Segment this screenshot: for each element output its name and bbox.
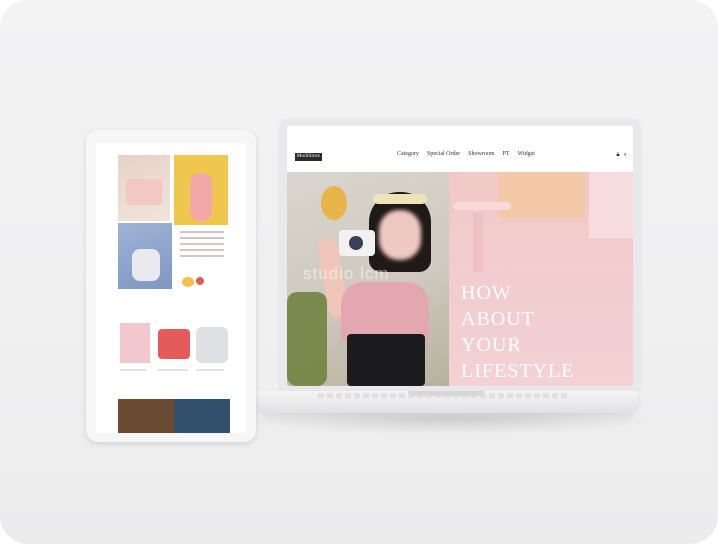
menu-item-pt[interactable]: PT [503, 151, 510, 157]
site-logo[interactable]: ModiStore [295, 153, 322, 161]
search-icon[interactable]: ⌕ [624, 152, 627, 159]
product-tile[interactable] [118, 223, 172, 289]
hero-title-line: HOW [461, 282, 512, 304]
product-description [176, 227, 228, 307]
hero-title-line: ABOUT [461, 308, 535, 330]
hero-title-line: LIFESTYLE [461, 360, 575, 382]
hero-title: HOW ABOUT YOUR LIFESTYLE [461, 280, 574, 384]
laptop-screen: ModiStore Category Special Order Showroo… [287, 126, 633, 386]
site-menu: Category Special Order Showroom PT Widge… [397, 151, 535, 157]
menu-item-showroom[interactable]: Showroom [468, 151, 494, 157]
product-tile[interactable] [174, 155, 228, 225]
menu-item-special-order[interactable]: Special Order [427, 151, 460, 157]
site-navbar: ModiStore Category Special Order Showroo… [287, 126, 633, 168]
hero-room-photo: HOW ABOUT YOUR LIFESTYLE [449, 172, 633, 386]
product-thumb[interactable] [158, 329, 190, 359]
product-label [196, 369, 224, 371]
product-thumb[interactable] [196, 327, 228, 363]
tablet-screen [96, 143, 246, 433]
watermark: studio lcm [303, 264, 390, 283]
mockup-card: ModiStore Category Special Order Showroo… [0, 0, 718, 544]
product-thumb[interactable] [120, 323, 150, 363]
product-label [120, 369, 146, 371]
lock-icon[interactable]: 🔒︎ [616, 152, 619, 159]
laptop-notch [408, 391, 484, 396]
hero-banner: studio lcm HOW ABOUT YOUR LIFESTYLE [287, 172, 633, 386]
product-label [158, 369, 188, 371]
menu-item-widget[interactable]: Widget [518, 151, 535, 157]
menu-item-category[interactable]: Category [397, 151, 419, 157]
banner-image[interactable] [118, 399, 230, 433]
product-tile[interactable] [118, 155, 170, 221]
hero-title-line: YOUR [461, 334, 522, 356]
site-icons: 🔒︎ ⌕ [616, 152, 627, 159]
camera-icon [339, 230, 375, 256]
hero-photo: studio lcm [287, 172, 449, 386]
